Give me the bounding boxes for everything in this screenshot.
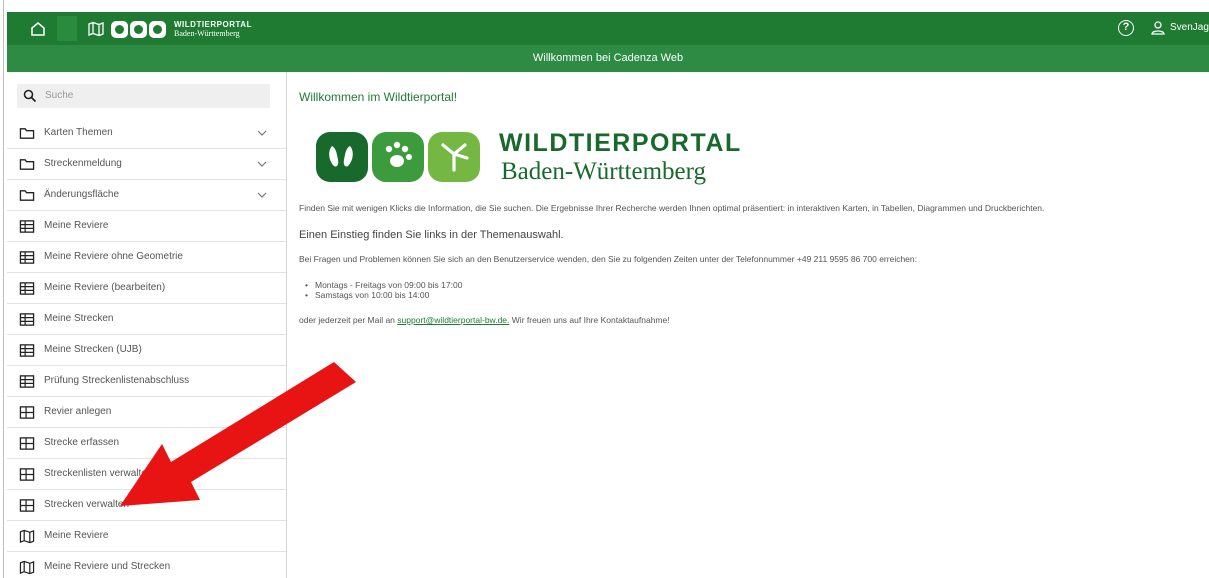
folder-icon — [19, 159, 35, 170]
bird-track-icon — [441, 143, 469, 172]
help-icon[interactable]: ? — [1118, 20, 1134, 36]
support-mail-link[interactable]: support@wildtierportal-bw.de. — [397, 315, 509, 325]
sidebar-item[interactable]: Streckenmeldung — [7, 149, 286, 180]
page-title: Willkommen im Wildtierportal! — [299, 90, 458, 104]
table-icon — [19, 313, 35, 326]
sidebar-item-label: Meine Reviere und Strecken — [44, 561, 171, 572]
sidebar-item[interactable]: Strecken verwalten — [7, 490, 286, 521]
search-input[interactable]: Suche — [17, 84, 270, 108]
search-icon — [23, 89, 37, 103]
form-icon — [19, 499, 35, 512]
form-icon — [19, 406, 35, 419]
table-icon — [19, 220, 35, 233]
table-icon — [19, 282, 35, 295]
mail-prefix: oder jederzeit per Mail an — [299, 315, 395, 325]
sidebar-item-label: Streckenlisten verwalten — [44, 468, 153, 479]
list-item: Samstags von 10:00 bis 14:00 — [305, 290, 462, 300]
mail-text: oder jederzeit per Mail an support@wildt… — [299, 315, 670, 325]
sidebar-item-label: Meine Strecken (UJB) — [44, 344, 142, 355]
form-icon — [19, 437, 35, 450]
support-text: Bei Fragen und Problemen können Sie sich… — [299, 254, 917, 264]
logo-title: WILDTIERPORTAL — [499, 129, 742, 157]
mail-suffix: Wir freuen uns auf Ihre Kontaktaufnahme! — [511, 315, 670, 325]
chevron-down-icon[interactable] — [257, 129, 267, 137]
sidebar: Suche Karten Themen Streckenmeldung Änderu… — [7, 72, 287, 578]
sidebar-item[interactable]: Änderungsfläche — [7, 180, 286, 211]
hours-list: Montags - Freitags von 09:00 bis 17:00 S… — [305, 280, 462, 300]
sidebar-item-label: Meine Strecken — [44, 313, 114, 324]
sidebar-item-label: Meine Reviere (bearbeiten) — [44, 282, 166, 293]
map-icon — [19, 529, 35, 544]
map-icon[interactable] — [87, 20, 105, 38]
sidebar-item-label: Revier anlegen — [44, 406, 112, 417]
header-logo-text: WILDTIERPORTAL Baden-Württemberg — [174, 20, 252, 38]
logo-tile-paw — [372, 132, 424, 182]
map-icon — [19, 560, 35, 575]
top-strip — [0, 0, 1209, 12]
logo-subtitle: Baden-Württemberg — [501, 158, 707, 185]
welcome-bar: Willkommen bei Cadenza Web — [7, 45, 1209, 72]
sidebar-item-label: Meine Reviere — [44, 220, 109, 231]
content-heading: Einen Einstieg finden Sie links in der T… — [299, 229, 564, 241]
portal-logo: WILDTIERPORTAL Baden-Württemberg — [316, 129, 740, 189]
sidebar-nav: Karten Themen Streckenmeldung Änderungsflä… — [7, 118, 286, 578]
home-icon[interactable] — [29, 20, 47, 38]
header-logo-line1: WILDTIERPORTAL — [174, 20, 252, 29]
left-divider — [3, 0, 4, 578]
sidebar-item-label: Änderungsfläche — [44, 189, 120, 200]
table-icon — [19, 375, 35, 388]
sidebar-item[interactable]: Karten Themen — [7, 118, 286, 149]
sidebar-item[interactable]: Strecke erfassen — [7, 428, 286, 459]
sidebar-item-label: Meine Reviere ohne Geometrie — [44, 251, 183, 262]
logo-tile-2 — [130, 20, 147, 38]
chevron-down-icon[interactable] — [257, 160, 267, 168]
table-icon — [19, 251, 35, 264]
sidebar-item-label: Strecke erfassen — [44, 437, 120, 448]
sidebar-item[interactable]: Meine Strecken — [7, 304, 286, 335]
app-header: WILDTIERPORTAL Baden-Württemberg ? SvenJ… — [7, 12, 1209, 45]
sidebar-item[interactable]: Meine Reviere ohne Geometrie — [7, 242, 286, 273]
table-icon — [19, 344, 35, 357]
main-content: Willkommen im Wildtierportal! WILDTIERPO… — [299, 72, 1204, 578]
header-highlight — [57, 16, 77, 41]
folder-icon — [19, 190, 35, 201]
sidebar-item-label: Meine Reviere — [44, 530, 109, 541]
app-frame: WILDTIERPORTAL Baden-Württemberg ? SvenJ… — [0, 0, 1209, 578]
logo-tile-3 — [149, 20, 166, 38]
sidebar-item[interactable]: Meine Reviere — [7, 211, 286, 242]
sidebar-item[interactable]: Meine Reviere — [7, 521, 286, 552]
form-icon — [19, 468, 35, 481]
search-placeholder: Suche — [45, 90, 74, 101]
header-logo[interactable]: WILDTIERPORTAL Baden-Württemberg — [111, 17, 252, 41]
sidebar-item[interactable]: Meine Strecken (UJB) — [7, 335, 286, 366]
folder-icon — [19, 128, 35, 139]
logo-tile-track — [316, 132, 368, 182]
sidebar-item[interactable]: Prüfung Streckenlistenabschluss — [7, 366, 286, 397]
sidebar-item-label: Streckenmeldung — [44, 158, 122, 169]
sidebar-item-label: Karten Themen — [44, 127, 113, 138]
username[interactable]: SvenJage — [1170, 22, 1209, 33]
sidebar-item[interactable]: Meine Reviere (bearbeiten) — [7, 273, 286, 304]
list-item: Montags - Freitags von 09:00 bis 17:00 — [305, 280, 462, 290]
intro-text: Finden Sie mit wenigen Klicks die Inform… — [299, 203, 1045, 213]
sidebar-item[interactable]: Streckenlisten verwalten — [7, 459, 286, 490]
sidebar-item-label: Strecken verwalten — [44, 499, 130, 510]
sidebar-item[interactable]: Revier anlegen — [7, 397, 286, 428]
paw-icon — [385, 141, 412, 167]
sidebar-item[interactable]: Meine Reviere und Strecken — [7, 552, 286, 578]
logo-tile-1 — [111, 20, 128, 38]
header-logo-line2: Baden-Württemberg — [174, 29, 240, 38]
user-icon[interactable] — [1150, 20, 1166, 36]
sidebar-item-label: Prüfung Streckenlistenabschluss — [44, 375, 190, 386]
logo-tile-bird — [428, 132, 480, 182]
hoof-icon — [329, 146, 353, 167]
chevron-down-icon[interactable] — [257, 191, 267, 199]
